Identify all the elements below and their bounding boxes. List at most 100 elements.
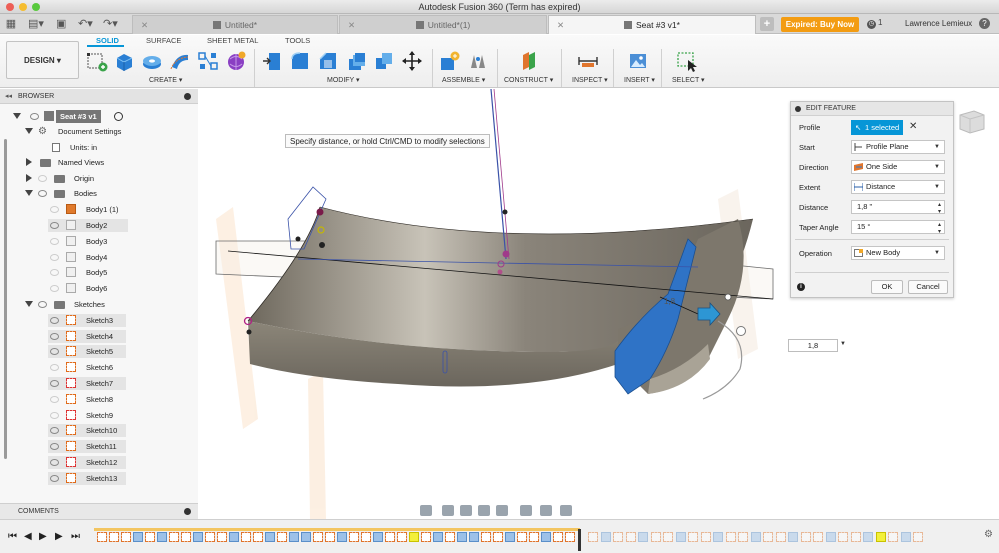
sketch-item[interactable]: Sketch9 (48, 409, 126, 422)
timeline-body-feature-icon[interactable] (229, 532, 239, 542)
grid-snap-icon[interactable] (540, 505, 552, 516)
timeline-sketch-feature-icon[interactable] (775, 532, 786, 542)
timeline-sketch-feature-icon[interactable] (145, 532, 155, 542)
sketch-item[interactable]: Sketch7 (48, 377, 126, 390)
close-tab-icon[interactable]: ✕ (348, 16, 355, 34)
sketch-point[interactable] (319, 242, 325, 248)
distance-field[interactable]: 1,8 " (851, 200, 945, 214)
visibility-eye-icon[interactable] (50, 443, 59, 450)
direction-dropdown[interactable]: One Side ▼ (851, 160, 945, 174)
sketch-item[interactable]: Sketch4 (48, 330, 126, 343)
taper-angle-field[interactable]: 15 ° (851, 220, 945, 234)
timeline-body-feature-icon[interactable] (157, 532, 167, 542)
timeline-sketch-feature-icon[interactable] (481, 532, 491, 542)
timeline-body-feature-icon[interactable] (638, 532, 648, 542)
timeline-sketch-feature-icon[interactable] (169, 532, 179, 542)
maximize-window-icon[interactable] (32, 3, 40, 11)
stepper-icon[interactable]: ▴ ▾ (938, 221, 941, 235)
timeline-body-feature-icon[interactable] (900, 532, 911, 542)
new-tab-icon[interactable]: + (760, 17, 774, 31)
timeline-body-feature-icon[interactable] (337, 532, 347, 542)
revolve-icon[interactable] (141, 50, 163, 72)
undo-icon[interactable]: ↶▾ (78, 17, 93, 31)
move-icon[interactable] (401, 50, 423, 72)
body-item[interactable]: Body3 (48, 235, 128, 248)
timeline-sketch-feature-icon[interactable] (650, 532, 661, 542)
sketch-point[interactable] (295, 236, 301, 242)
visibility-eye-icon[interactable] (50, 427, 59, 434)
timeline-sketch-feature-icon[interactable] (421, 532, 431, 542)
sketch-point[interactable] (502, 209, 508, 215)
sketch-item[interactable]: Sketch12 (48, 456, 126, 469)
sketch-point[interactable] (502, 250, 510, 258)
press-pull-icon[interactable] (261, 50, 283, 72)
timeline-sketch-feature-icon[interactable] (625, 532, 636, 542)
visibility-eye-icon[interactable] (50, 333, 59, 340)
dimension-end-point[interactable] (724, 293, 732, 301)
collapse-panel-icon[interactable]: ◂◂ (5, 89, 12, 104)
visibility-eye-icon[interactable] (38, 190, 47, 197)
sketch-point[interactable] (246, 329, 252, 335)
sketch-item[interactable]: Sketch3 (48, 314, 126, 327)
close-tab-icon[interactable]: ✕ (557, 16, 564, 34)
help-icon[interactable]: ? (979, 18, 990, 29)
visibility-eye-icon[interactable] (50, 285, 59, 292)
timeline-sketch-feature-icon[interactable] (850, 532, 861, 542)
timeline-sketch-feature-icon[interactable] (913, 532, 923, 542)
timeline-body-feature-icon[interactable] (600, 532, 611, 542)
viewports-icon[interactable] (560, 505, 572, 516)
minimize-window-icon[interactable] (19, 3, 27, 11)
timeline-sketch-feature-icon[interactable] (493, 532, 503, 542)
taper-angle-handle[interactable] (736, 326, 746, 336)
body-item[interactable]: Body5 (48, 266, 128, 279)
visibility-eye-icon[interactable] (50, 459, 59, 466)
tab-sheet-metal[interactable]: SHEET METAL (207, 36, 258, 45)
combine-icon[interactable] (373, 50, 395, 72)
sketch-point[interactable] (316, 208, 324, 216)
expand-triangle-icon[interactable] (25, 190, 33, 196)
zoom-icon[interactable] (478, 505, 490, 516)
timeline-sketch-feature-icon[interactable] (738, 532, 748, 542)
dialog-header[interactable]: EDIT FEATURE (791, 102, 953, 116)
play-icon[interactable]: ▶ (39, 531, 47, 542)
visibility-eye-icon[interactable] (50, 380, 59, 387)
timeline-sketch-feature-icon[interactable] (700, 532, 711, 542)
timeline-sketch-feature-icon[interactable] (97, 532, 107, 542)
sweep-icon[interactable] (169, 50, 191, 72)
timeline-sketch-feature-icon[interactable] (688, 532, 698, 542)
sketch-item[interactable]: Sketch11 (48, 440, 126, 453)
tab-untitled-1[interactable]: ✕ Untitled*(1) (339, 15, 547, 34)
sketch-point[interactable] (497, 269, 503, 275)
joint-icon[interactable] (467, 50, 489, 72)
tab-surface[interactable]: SURFACE (146, 36, 181, 45)
group-insert[interactable]: INSERT ▾ (624, 76, 655, 84)
step-forward-icon[interactable]: ▶ (55, 531, 63, 542)
visibility-eye-icon[interactable] (50, 317, 59, 324)
visibility-eye-icon[interactable] (50, 238, 59, 245)
timeline-body-feature-icon[interactable] (863, 532, 873, 542)
group-modify[interactable]: MODIFY ▾ (327, 76, 360, 84)
timeline-sketch-feature-icon[interactable] (663, 532, 673, 542)
expired-buy-now-button[interactable]: Expired: Buy Now (781, 17, 859, 32)
timeline-sketch-feature-icon[interactable] (875, 532, 886, 542)
sketch-item[interactable]: Sketch10 (48, 424, 126, 437)
stepper-icon[interactable]: ▴ ▾ (938, 201, 941, 215)
visibility-eye-icon[interactable] (50, 348, 59, 355)
job-status[interactable]: ◷ 1 (867, 18, 882, 29)
timeline-sketch-feature-icon[interactable] (277, 532, 287, 542)
visibility-eye-icon[interactable] (50, 222, 59, 229)
visibility-eye-icon[interactable] (50, 475, 59, 482)
timeline-body-feature-icon[interactable] (825, 532, 836, 542)
visibility-eye-icon[interactable] (50, 254, 59, 261)
timeline-body-feature-icon[interactable] (457, 532, 467, 542)
loft-icon[interactable] (197, 50, 219, 72)
body-item[interactable]: Body4 (48, 251, 128, 264)
measure-icon[interactable] (577, 50, 599, 72)
sketch-item[interactable]: Sketch5 (48, 345, 126, 358)
operation-dropdown[interactable]: New Body ▼ (851, 246, 945, 260)
create-form-icon[interactable] (225, 50, 247, 72)
tab-solid[interactable]: SOLID (96, 36, 119, 45)
activate-radio-icon[interactable] (114, 112, 123, 121)
save-icon[interactable]: ▣ (56, 17, 66, 31)
file-menu-icon[interactable]: ▤▾ (28, 17, 44, 31)
